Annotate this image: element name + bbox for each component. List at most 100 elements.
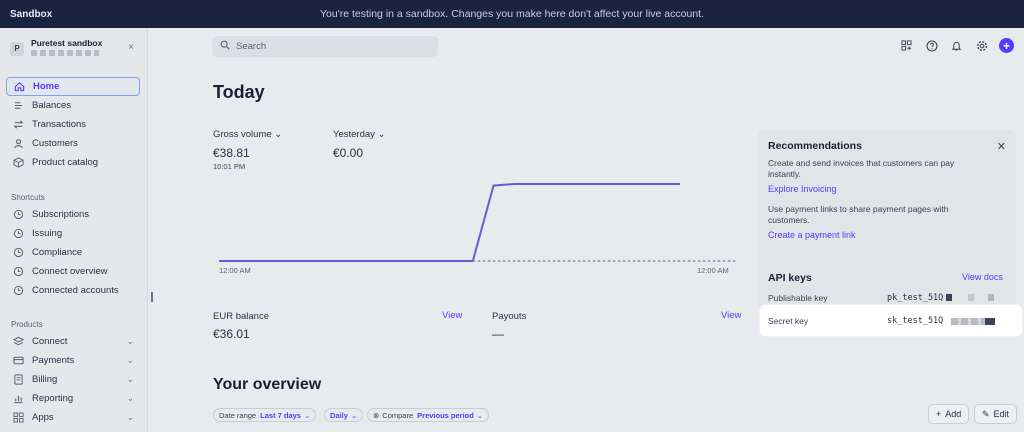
edit-label: Edit — [993, 409, 1010, 419]
sidebar-item-subscriptions[interactable]: Subscriptions — [6, 205, 140, 224]
chevron-down-icon: ⌄ — [303, 410, 311, 420]
add-label: Add — [945, 409, 962, 419]
publishable-key-value[interactable]: pk_test_51Q — [887, 293, 943, 303]
sandbox-label: Sandbox — [10, 8, 53, 20]
sidebar-item-compliance[interactable]: Compliance — [6, 243, 140, 262]
close-icon[interactable]: ✕ — [997, 140, 1006, 153]
sidebar-item-label: Apps — [32, 412, 54, 423]
masked-key-segment — [951, 318, 985, 325]
chevron-down-icon: ⌄ — [377, 129, 386, 140]
gross-volume-chart[interactable] — [213, 175, 743, 275]
help-icon[interactable] — [924, 38, 939, 53]
payouts-value: — — [492, 327, 504, 341]
account-name: Puretest sandbox — [31, 38, 103, 48]
sidebar-item-balances[interactable]: Balances — [6, 96, 140, 115]
create-plus-icon[interactable]: + — [999, 38, 1014, 53]
chevron-down-icon: ⌄ — [126, 355, 134, 365]
apps-grid-icon[interactable] — [899, 38, 914, 53]
search-input[interactable]: Search — [212, 36, 438, 57]
add-button[interactable]: + Add — [928, 404, 970, 424]
compare-label: Compare — [382, 410, 414, 420]
masked-key-segment — [968, 294, 974, 301]
product-catalog-icon — [13, 157, 24, 168]
sidebar-item-reporting[interactable]: Reporting ⌄ — [6, 389, 140, 408]
chevron-down-icon: ⌄ — [476, 410, 484, 420]
sidebar-item-home[interactable]: Home — [6, 77, 140, 96]
gross-volume-selector[interactable]: Gross volume ⌄ — [213, 129, 282, 140]
sidebar-item-connected-accounts[interactable]: Connected accounts — [6, 281, 140, 300]
sidebar-item-label: Connected accounts — [32, 285, 119, 296]
clock-icon — [13, 266, 24, 277]
secret-key-value[interactable]: sk_test_51Q — [887, 316, 943, 326]
sidebar-item-billing[interactable]: Billing ⌄ — [6, 370, 140, 389]
overview-title: Your overview — [213, 376, 322, 393]
view-docs-link[interactable]: View docs — [962, 272, 1003, 282]
x-tick-end: 12:00 AM — [697, 266, 729, 275]
compare-value: Previous period — [417, 410, 474, 420]
page-title: Today — [213, 82, 265, 102]
sidebar: P Puretest sandbox × Home Balances Trans… — [0, 28, 148, 432]
date-range-filter[interactable]: Date range Last 7 days ⌄ — [213, 408, 317, 422]
invoicing-description: Create and send invoices that customers … — [768, 158, 955, 179]
sidebar-item-apps[interactable]: Apps ⌄ — [6, 408, 140, 427]
notification-bell-icon[interactable] — [949, 38, 964, 53]
home-icon — [14, 81, 25, 92]
create-payment-link[interactable]: Create a payment link — [768, 230, 856, 240]
sidebar-item-payments[interactable]: Payments ⌄ — [6, 351, 140, 370]
sidebar-item-label: Payments — [32, 355, 75, 366]
sidebar-item-product-catalog[interactable]: Product catalog — [6, 153, 140, 172]
chevron-down-icon: ⌄ — [126, 374, 134, 384]
clock-icon — [13, 209, 24, 220]
interval-filter[interactable]: Daily ⌄ — [324, 408, 364, 422]
payouts-view-link[interactable]: View — [721, 310, 741, 321]
chevron-down-icon: ⌄ — [126, 336, 134, 346]
sidebar-item-transactions[interactable]: Transactions — [6, 115, 140, 134]
explore-invoicing-link[interactable]: Explore Invoicing — [768, 184, 837, 194]
compare-filter[interactable]: ⊗ Compare Previous period ⌄ — [367, 408, 490, 422]
chevron-down-icon: ⌄ — [126, 393, 134, 403]
sidebar-item-issuing[interactable]: Issuing — [6, 224, 140, 243]
edit-button[interactable]: ✎ Edit — [974, 404, 1018, 424]
chevron-down-icon: ⌄ — [126, 412, 134, 422]
x-tick-start: 12:00 AM — [219, 266, 251, 275]
masked-key-segment — [988, 294, 994, 301]
gear-icon[interactable] — [974, 38, 989, 53]
interval-value: Daily — [330, 410, 348, 420]
close-icon[interactable]: × — [128, 42, 134, 53]
yesterday-selector[interactable]: Yesterday ⌄ — [333, 129, 386, 140]
balances-icon — [13, 100, 24, 111]
top-toolbar: + — [899, 38, 1014, 53]
publishable-key-text: pk_test_51Q — [887, 293, 944, 303]
yesterday-label: Yesterday — [333, 129, 375, 140]
chevron-down-icon: ⌄ — [274, 129, 283, 140]
publishable-key-label: Publishable key — [768, 293, 828, 303]
eur-balance-view-link[interactable]: View — [442, 310, 462, 321]
sidebar-item-label: Connect overview — [32, 266, 108, 277]
sidebar-item-label: Home — [33, 81, 60, 92]
shortcuts-heading: Shortcuts — [11, 193, 45, 202]
pencil-icon: ✎ — [982, 408, 990, 419]
sidebar-item-connect[interactable]: Connect ⌄ — [6, 332, 140, 351]
sidebar-item-connect-overview[interactable]: Connect overview — [6, 262, 140, 281]
sidebar-item-label: Customers — [32, 138, 78, 149]
clock-icon — [13, 247, 24, 258]
sidebar-resize-handle[interactable] — [151, 292, 153, 302]
recommendations-title: Recommendations — [768, 140, 862, 152]
search-icon — [220, 40, 230, 53]
sidebar-item-label: Transactions — [32, 119, 87, 130]
apps-icon — [13, 412, 24, 423]
close-circle-icon[interactable]: ⊗ — [373, 411, 379, 420]
date-range-value: Last 7 days — [260, 410, 301, 420]
sandbox-message: You're testing in a sandbox. Changes you… — [319, 8, 704, 20]
sidebar-item-label: Balances — [32, 100, 72, 111]
date-range-label: Date range — [219, 410, 257, 420]
sidebar-item-label: Connect — [32, 336, 68, 347]
eur-balance-label: EUR balance — [213, 311, 269, 322]
sidebar-item-customers[interactable]: Customers — [6, 134, 140, 153]
transactions-icon — [13, 119, 24, 130]
account-switcher[interactable]: P Puretest sandbox × — [10, 38, 140, 64]
secret-key-label: Secret key — [768, 316, 809, 326]
clock-icon — [13, 228, 24, 239]
products-heading: Products — [11, 320, 43, 329]
payment-links-description: Use payment links to share payment pages… — [768, 204, 949, 225]
